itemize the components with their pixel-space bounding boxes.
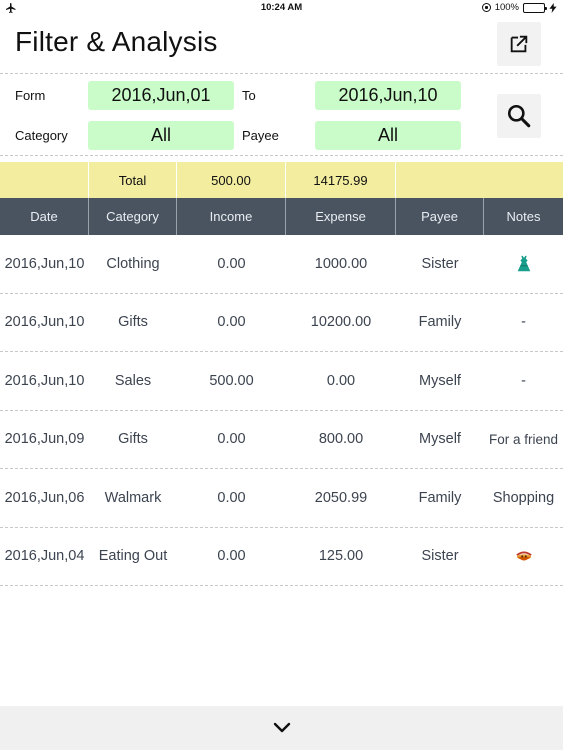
row-date: 2016,Jun,10	[4, 372, 85, 389]
total-expense: 14175.99	[286, 162, 396, 198]
row-notes: For a friend	[488, 431, 559, 447]
row-expense: 125.00	[318, 548, 364, 565]
row-category: Gifts	[118, 431, 148, 448]
row-notes: Shopping	[492, 489, 555, 506]
row-category: Walmark	[104, 489, 162, 506]
row-expense: 800.00	[318, 431, 364, 448]
table-row[interactable]: 2016,Jun,10 Clothing 0.00 1000.00 Sister	[0, 235, 563, 294]
row-category: Sales	[114, 372, 152, 389]
search-button[interactable]	[497, 94, 541, 138]
row-category: Gifts	[118, 314, 148, 331]
battery-percent: 100%	[494, 2, 519, 13]
export-button[interactable]	[497, 22, 541, 66]
divider	[0, 73, 563, 74]
row-income: 0.00	[217, 431, 246, 448]
column-header-notes[interactable]: Notes	[484, 198, 563, 235]
divider	[0, 155, 563, 156]
row-notes: -	[521, 314, 526, 331]
row-notes	[484, 528, 563, 586]
payee-select[interactable]: All	[315, 121, 461, 150]
row-payee: Sister	[421, 548, 459, 565]
row-date: 2016,Jun,04	[4, 548, 85, 565]
total-income: 500.00	[177, 162, 286, 198]
row-notes	[484, 235, 563, 293]
category-select[interactable]: All	[88, 121, 234, 150]
column-header-date[interactable]: Date	[0, 198, 89, 235]
row-date: 2016,Jun,06	[4, 489, 85, 506]
column-header-expense[interactable]: Expense	[286, 198, 396, 235]
row-date: 2016,Jun,09	[4, 431, 85, 448]
row-expense: 0.00	[326, 372, 356, 389]
row-expense: 2050.99	[314, 489, 368, 506]
from-label: Form	[15, 88, 46, 103]
food-bowl-icon	[515, 551, 532, 561]
status-bar: 10:24 AM 100%	[0, 0, 563, 16]
row-income: 0.00	[217, 255, 246, 272]
column-header-income[interactable]: Income	[177, 198, 286, 235]
table-row[interactable]: 2016,Jun,04 Eating Out 0.00 125.00 Siste…	[0, 528, 563, 586]
totals-spacer	[396, 162, 563, 198]
search-icon	[507, 104, 531, 128]
status-right: 100%	[481, 2, 557, 13]
totals-label: Total	[89, 162, 177, 198]
page-title: Filter & Analysis	[15, 26, 218, 57]
table-row[interactable]: 2016,Jun,06 Walmark 0.00 2050.99 Family …	[0, 469, 563, 528]
battery-icon	[523, 2, 547, 13]
table-header: Date Category Income Expense Payee Notes	[0, 198, 563, 235]
bottom-toolbar	[0, 706, 563, 750]
row-income: 0.00	[217, 548, 246, 565]
row-notes: -	[521, 372, 526, 389]
totals-spacer	[0, 162, 89, 198]
rotation-lock-icon	[481, 3, 491, 12]
row-date: 2016,Jun,10	[4, 255, 85, 272]
transactions-table: 2016,Jun,10 Clothing 0.00 1000.00 Sister…	[0, 235, 563, 586]
payee-label: Payee	[242, 128, 279, 143]
chevron-down-icon[interactable]	[273, 722, 291, 734]
row-expense: 10200.00	[310, 314, 372, 331]
table-row[interactable]: 2016,Jun,10 Sales 500.00 0.00 Myself -	[0, 352, 563, 411]
column-header-category[interactable]: Category	[89, 198, 177, 235]
row-category: Clothing	[106, 255, 160, 272]
row-date: 2016,Jun,10	[4, 314, 85, 331]
charging-bolt-icon	[549, 2, 557, 13]
export-icon	[510, 35, 528, 53]
row-payee: Myself	[419, 431, 461, 448]
to-label: To	[242, 88, 256, 103]
category-label: Category	[15, 128, 68, 143]
row-income: 0.00	[217, 489, 246, 506]
row-payee: Sister	[421, 255, 459, 272]
dress-icon	[517, 255, 530, 271]
table-row[interactable]: 2016,Jun,09 Gifts 0.00 800.00 Myself For…	[0, 411, 563, 469]
column-header-payee[interactable]: Payee	[396, 198, 484, 235]
totals-row: Total 500.00 14175.99	[0, 162, 563, 198]
from-date-field[interactable]: 2016,Jun,01	[88, 81, 234, 110]
row-payee: Family	[418, 489, 462, 506]
row-category: Eating Out	[98, 548, 168, 565]
status-time: 10:24 AM	[260, 2, 303, 13]
row-payee: Family	[418, 314, 462, 331]
row-payee: Myself	[419, 372, 461, 389]
row-income: 500.00	[209, 372, 254, 389]
to-date-field[interactable]: 2016,Jun,10	[315, 81, 461, 110]
row-expense: 1000.00	[314, 255, 368, 272]
row-income: 0.00	[217, 314, 246, 331]
table-row[interactable]: 2016,Jun,10 Gifts 0.00 10200.00 Family -	[0, 294, 563, 352]
